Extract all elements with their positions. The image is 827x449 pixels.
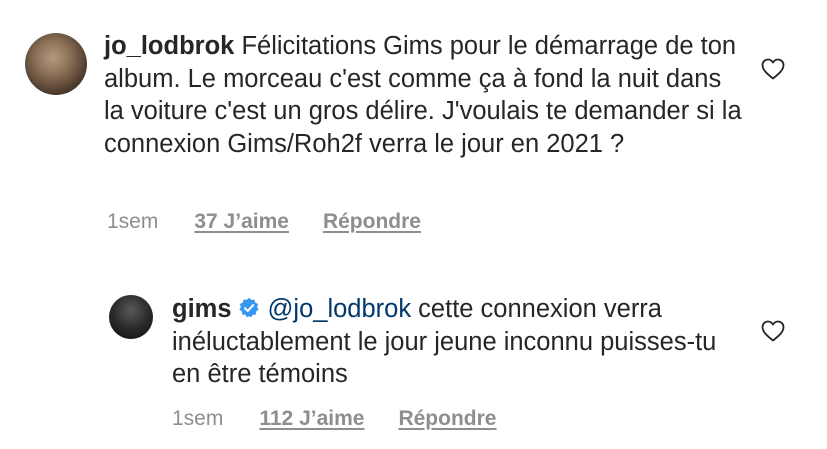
username[interactable]: jo_lodbrok	[104, 32, 234, 60]
verified-badge-icon	[238, 297, 259, 318]
heart-icon[interactable]	[761, 320, 785, 342]
reply-button[interactable]: Répondre	[398, 407, 496, 431]
heart-icon[interactable]	[761, 58, 785, 80]
comment-meta: 1sem 37 J’aime Répondre	[107, 210, 455, 234]
mention-link[interactable]: @jo_lodbrok	[268, 295, 412, 323]
likes-count-link[interactable]: 112 J’aime	[259, 407, 364, 431]
comment-body: gims @jo_lodbrok cette connexion verra i…	[172, 293, 732, 391]
reply-button[interactable]: Répondre	[323, 210, 421, 234]
timestamp: 1sem	[107, 210, 159, 233]
avatar[interactable]	[109, 295, 153, 339]
comment-body: jo_lodbrok Félicitations Gims pour le dé…	[104, 30, 744, 160]
timestamp: 1sem	[172, 407, 224, 430]
avatar[interactable]	[25, 33, 87, 95]
comment-meta: 1sem 112 J’aime Répondre	[172, 407, 530, 431]
username[interactable]: gims	[172, 295, 232, 323]
likes-count-link[interactable]: 37 J’aime	[194, 210, 289, 234]
